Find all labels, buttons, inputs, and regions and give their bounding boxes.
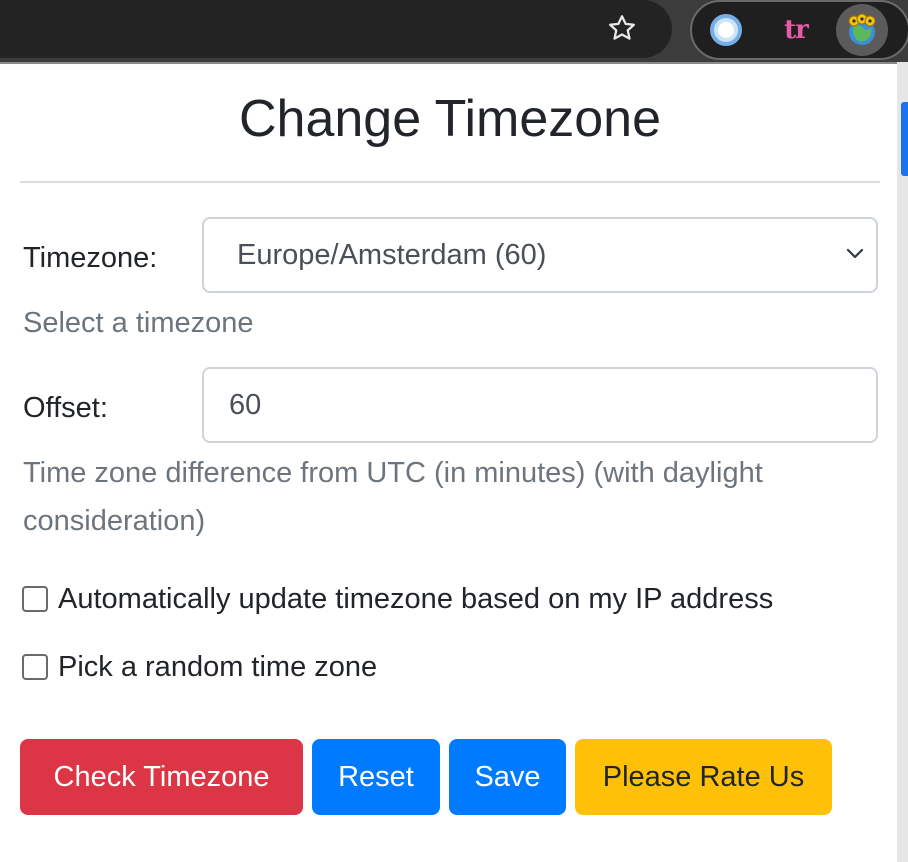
random-timezone-checkbox[interactable] xyxy=(22,654,48,680)
timezone-label: Timezone: xyxy=(23,242,158,274)
offset-label: Offset: xyxy=(23,392,108,424)
chevron-down-icon xyxy=(846,248,864,259)
random-timezone-option[interactable]: Pick a random time zone xyxy=(22,645,377,689)
timezone-extension-icon[interactable] xyxy=(836,4,888,56)
auto-update-label[interactable]: Automatically update timezone based on m… xyxy=(58,577,773,621)
timezone-help-text: Select a timezone xyxy=(23,307,254,339)
reset-button[interactable]: Reset xyxy=(312,739,440,815)
page-scrollbar-thumb[interactable] xyxy=(901,102,908,176)
offset-value: 60 xyxy=(229,388,262,421)
tr-extension-icon[interactable]: tr xyxy=(770,4,822,56)
timezone-selected-value: Europe/Amsterdam (60) xyxy=(237,238,547,271)
offset-input[interactable]: 60 xyxy=(202,367,878,443)
title-divider xyxy=(20,181,880,183)
save-button[interactable]: Save xyxy=(449,739,566,815)
ring-extension-icon[interactable] xyxy=(700,4,752,56)
auto-update-option[interactable]: Automatically update timezone based on m… xyxy=(22,577,773,621)
auto-update-checkbox[interactable] xyxy=(22,586,48,612)
offset-help-text: Time zone difference from UTC (in minute… xyxy=(23,457,763,537)
browser-toolbar: tr xyxy=(0,0,908,62)
star-icon[interactable] xyxy=(598,6,646,50)
page-scrollbar-track[interactable] xyxy=(897,62,908,862)
popup-title: Change Timezone xyxy=(238,90,662,148)
check-timezone-button[interactable]: Check Timezone xyxy=(20,739,303,815)
address-bar[interactable] xyxy=(0,0,672,58)
timezone-select[interactable]: Europe/Amsterdam (60) xyxy=(202,217,878,293)
rate-us-button[interactable]: Please Rate Us xyxy=(575,739,832,815)
random-timezone-label[interactable]: Pick a random time zone xyxy=(58,645,377,689)
